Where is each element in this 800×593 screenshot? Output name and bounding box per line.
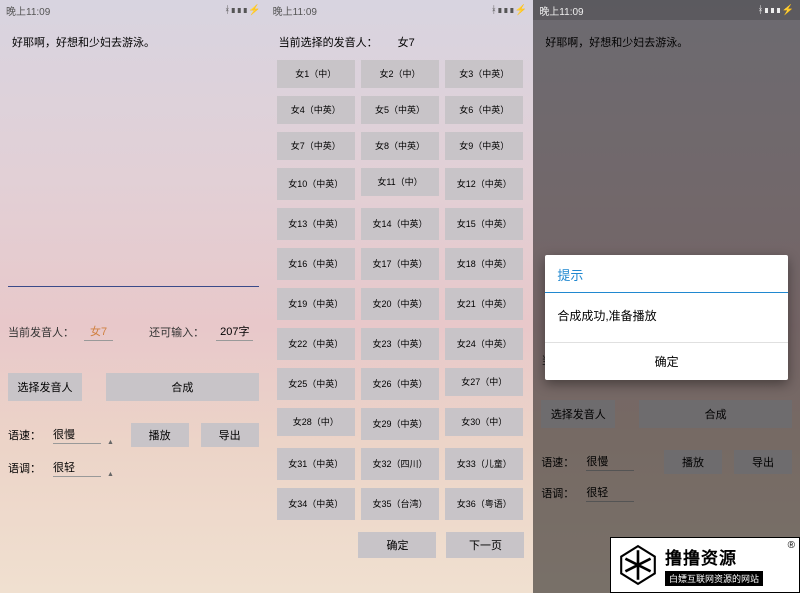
status-bar: 晚上11:09 ᚼ▮▮▮⚡ bbox=[0, 0, 267, 20]
voice-option[interactable]: 女32（四川） bbox=[361, 448, 439, 480]
voice-option[interactable]: 女3（中英） bbox=[445, 60, 523, 88]
voice-option[interactable]: 女36（粤语） bbox=[445, 488, 523, 520]
panel1-content: 好耶啊，好想和少妇去游泳。 当前发音人： 女7 还可输入： 207字 选择发音人… bbox=[0, 20, 267, 593]
voice-option[interactable]: 女20（中英） bbox=[361, 288, 439, 320]
play-button-dim: 播放 bbox=[664, 450, 722, 474]
remain-value: 207字 bbox=[216, 323, 253, 341]
panel-dialog: 晚上11:09 ᚼ▮▮▮⚡ 好耶啊，好想和少妇去游泳。 当前发音人： 选择发音人… bbox=[533, 0, 800, 593]
status-time: 晚上11:09 bbox=[273, 3, 317, 18]
voice-option[interactable]: 女9（中英） bbox=[445, 132, 523, 160]
synthesize-button-dim: 合成 bbox=[639, 400, 792, 428]
voice-option[interactable]: 女18（中英） bbox=[445, 248, 523, 280]
tone-value[interactable]: 很轻 bbox=[53, 459, 101, 477]
voice-header-value: 女7 bbox=[398, 34, 415, 50]
speed-row-dim: 语速： 很慢 播放 导出 bbox=[541, 450, 792, 474]
voice-header-label: 当前选择的发音人： bbox=[279, 34, 378, 50]
voice-option[interactable]: 女4（中英） bbox=[277, 96, 355, 124]
speaker-value[interactable]: 女7 bbox=[84, 323, 113, 341]
voice-option[interactable]: 女30（中） bbox=[445, 408, 523, 436]
input-text[interactable]: 好耶啊，好想和少妇去游泳。 bbox=[8, 28, 259, 56]
watermark-title: 撸撸资源 bbox=[665, 544, 763, 569]
voice-option[interactable]: 女7（中英） bbox=[277, 132, 355, 160]
voice-option[interactable]: 女16（中英） bbox=[277, 248, 355, 280]
voice-option[interactable]: 女17（中英） bbox=[361, 248, 439, 280]
select-speaker-button-dim: 选择发音人 bbox=[541, 400, 615, 428]
speed-row: 语速： 很慢 ▲ 播放 导出 bbox=[8, 423, 259, 447]
watermark: 撸撸资源 白嫖互联网资源的网站 ® bbox=[610, 537, 800, 593]
voice-footer: 确定 下一页 bbox=[275, 532, 526, 558]
voice-option[interactable]: 女8（中英） bbox=[361, 132, 439, 160]
panel-voice-select: 晚上11:09 ᚼ▮▮▮⚡ 当前选择的发音人： 女7 女1（中）女2（中）女3（… bbox=[267, 0, 534, 593]
tone-slider-icon[interactable]: ▲ bbox=[107, 471, 114, 478]
remain-label: 还可输入： bbox=[149, 324, 204, 340]
voice-option[interactable]: 女11（中） bbox=[361, 168, 439, 196]
voice-option[interactable]: 女15（中英） bbox=[445, 208, 523, 240]
tone-row-dim: 语调： 很轻 bbox=[541, 484, 792, 502]
status-time: 晚上11:09 bbox=[539, 3, 583, 18]
status-time: 晚上11:09 bbox=[6, 3, 50, 18]
alert-dialog: 提示 合成成功,准备播放 确定 bbox=[545, 255, 788, 380]
voice-option[interactable]: 女28（中） bbox=[277, 408, 355, 436]
voice-option[interactable]: 女2（中） bbox=[361, 60, 439, 88]
voice-option[interactable]: 女34（中英） bbox=[277, 488, 355, 520]
synthesize-button[interactable]: 合成 bbox=[106, 373, 259, 401]
export-button-dim: 导出 bbox=[734, 450, 792, 474]
voice-option[interactable]: 女13（中英） bbox=[277, 208, 355, 240]
status-icons: ᚼ▮▮▮⚡ bbox=[758, 5, 794, 16]
voice-option[interactable]: 女26（中英） bbox=[361, 368, 439, 400]
voice-option[interactable]: 女14（中英） bbox=[361, 208, 439, 240]
voice-header: 当前选择的发音人： 女7 bbox=[275, 28, 526, 56]
select-speaker-button[interactable]: 选择发音人 bbox=[8, 373, 82, 401]
tone-label: 语调： bbox=[8, 460, 41, 476]
voice-option[interactable]: 女23（中英） bbox=[361, 328, 439, 360]
export-button[interactable]: 导出 bbox=[201, 423, 259, 447]
next-page-button[interactable]: 下一页 bbox=[446, 532, 524, 558]
voice-option[interactable]: 女22（中英） bbox=[277, 328, 355, 360]
speed-slider-icon[interactable]: ▲ bbox=[107, 439, 114, 446]
dialog-title: 提示 bbox=[545, 255, 788, 293]
watermark-logo-icon bbox=[617, 544, 659, 586]
panel-main: 晚上11:09 ᚼ▮▮▮⚡ 好耶啊，好想和少妇去游泳。 当前发音人： 女7 还可… bbox=[0, 0, 267, 593]
voice-option[interactable]: 女10（中英） bbox=[277, 168, 355, 200]
voice-option[interactable]: 女31（中英） bbox=[277, 448, 355, 480]
speed-value[interactable]: 很慢 bbox=[53, 426, 101, 444]
dialog-ok-button[interactable]: 确定 bbox=[545, 342, 788, 380]
voice-option[interactable]: 女21（中英） bbox=[445, 288, 523, 320]
confirm-button[interactable]: 确定 bbox=[358, 532, 436, 558]
voice-option[interactable]: 女27（中） bbox=[445, 368, 523, 396]
voice-option[interactable]: 女12（中英） bbox=[445, 168, 523, 200]
voice-option[interactable]: 女25（中英） bbox=[277, 368, 355, 400]
speed-label: 语速： bbox=[8, 427, 41, 443]
speaker-row: 当前发音人： 女7 还可输入： 207字 bbox=[8, 323, 259, 341]
panel2-content: 当前选择的发音人： 女7 女1（中）女2（中）女3（中英） 女4（中英）女5（中英… bbox=[267, 20, 534, 593]
dialog-body: 合成成功,准备播放 bbox=[545, 293, 788, 342]
watermark-text: 撸撸资源 白嫖互联网资源的网站 bbox=[665, 544, 763, 587]
input-underline bbox=[8, 286, 259, 287]
voice-option[interactable]: 女1（中） bbox=[277, 60, 355, 88]
voice-option[interactable]: 女24（中英） bbox=[445, 328, 523, 360]
voice-option[interactable]: 女6（中英） bbox=[445, 96, 523, 124]
voice-option[interactable]: 女29（中英） bbox=[361, 408, 439, 440]
voice-option[interactable]: 女35（台湾） bbox=[361, 488, 439, 520]
voice-option[interactable]: 女19（中英） bbox=[277, 288, 355, 320]
play-button[interactable]: 播放 bbox=[131, 423, 189, 447]
voice-option[interactable]: 女5（中英） bbox=[361, 96, 439, 124]
action-row-dim: 选择发音人 合成 bbox=[541, 400, 792, 428]
status-icons: ᚼ▮▮▮⚡ bbox=[491, 5, 527, 16]
action-row-1: 选择发音人 合成 bbox=[8, 373, 259, 401]
status-bar: 晚上11:09 ᚼ▮▮▮⚡ bbox=[533, 0, 800, 20]
voice-grid: 女1（中）女2（中）女3（中英） 女4（中英）女5（中英）女6（中英） 女7（中英）… bbox=[275, 56, 526, 524]
status-bar: 晚上11:09 ᚼ▮▮▮⚡ bbox=[267, 0, 534, 20]
status-icons: ᚼ▮▮▮⚡ bbox=[224, 5, 260, 16]
speaker-label: 当前发音人： bbox=[8, 324, 74, 340]
tone-row: 语调： 很轻 ▲ bbox=[8, 457, 259, 478]
input-text-dim: 好耶啊，好想和少妇去游泳。 bbox=[541, 28, 792, 56]
watermark-subtitle: 白嫖互联网资源的网站 bbox=[665, 571, 763, 586]
watermark-reg-icon: ® bbox=[788, 540, 795, 551]
voice-option[interactable]: 女33（儿童） bbox=[445, 448, 523, 480]
